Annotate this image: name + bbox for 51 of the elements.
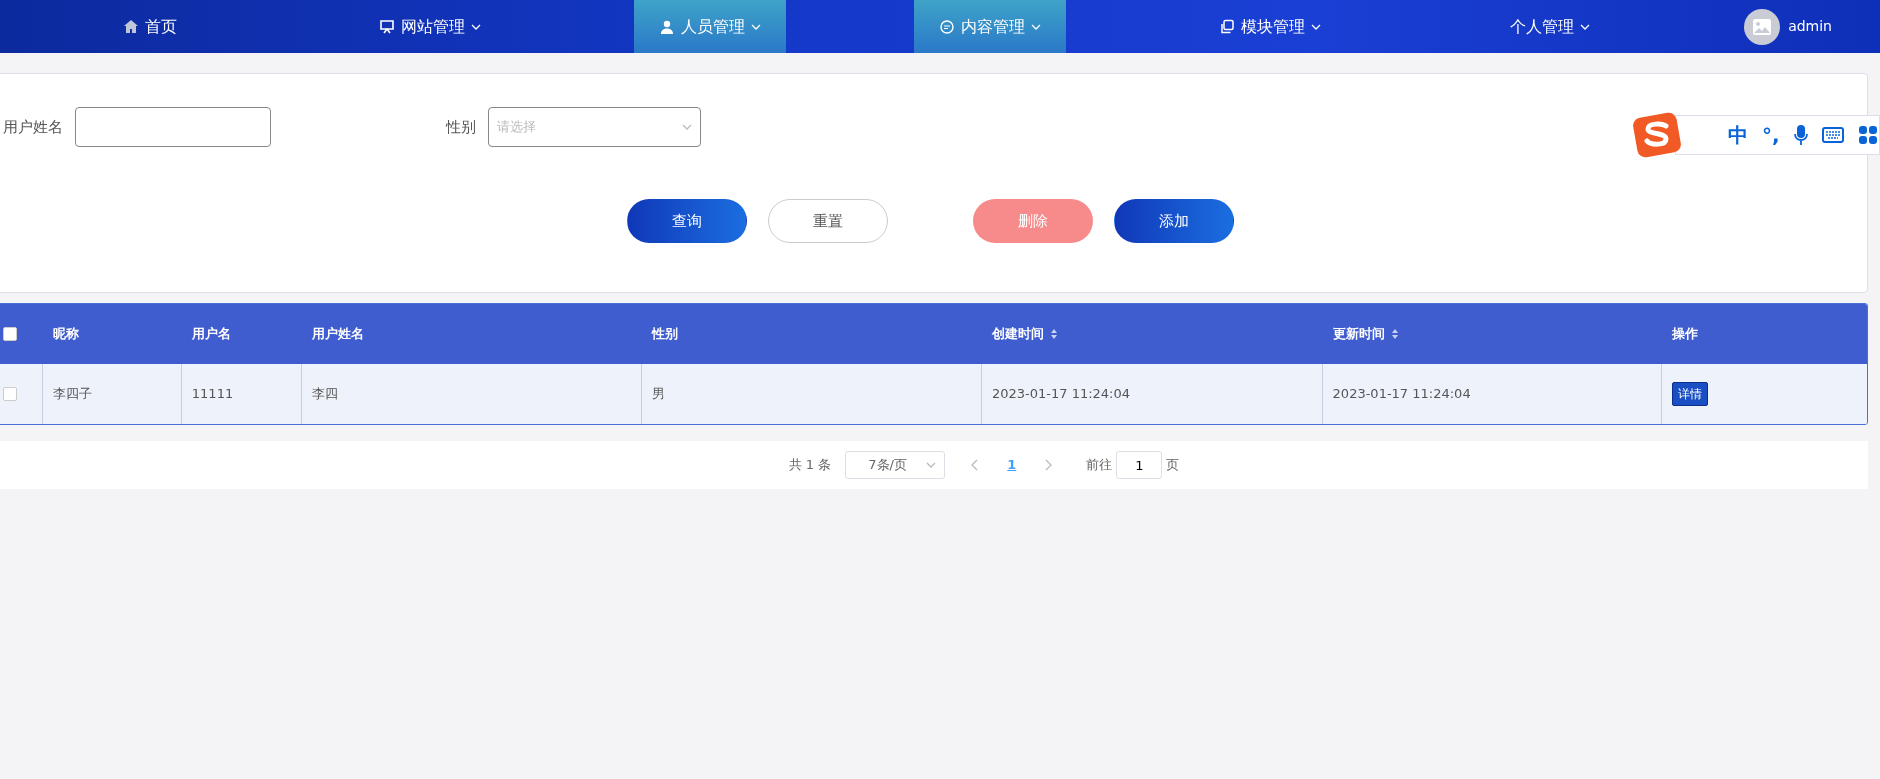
table-cell-text: 男 <box>652 385 666 404</box>
image-icon <box>1752 17 1773 36</box>
action-button[interactable]: 重置 <box>768 199 888 243</box>
keyboard-icon <box>1821 127 1844 143</box>
field-label: 用户姓名 <box>3 116 63 138</box>
nav-menu-item[interactable]: 人员管理 <box>634 0 786 53</box>
monitor-icon <box>379 18 395 35</box>
nav-menu-item[interactable]: 首页 <box>74 0 226 53</box>
table-cell-text: 李四子 <box>52 385 92 404</box>
nav-menu-item[interactable]: 内容管理 <box>914 0 1066 53</box>
user-icon <box>659 18 675 35</box>
copy-icon <box>1219 18 1235 35</box>
page-unit-label: 页 <box>1166 456 1180 475</box>
nav-menu-item[interactable]: 个人管理 <box>1474 0 1626 53</box>
avatar-image[interactable] <box>1744 8 1781 45</box>
column-header[interactable]: 创建时间 <box>991 324 1044 344</box>
nav-menu-item[interactable]: 模块管理 <box>1194 0 1346 53</box>
user-name[interactable]: admin <box>1788 16 1832 37</box>
input-method-logo[interactable] <box>1632 112 1682 158</box>
total-count: 共 1 条 <box>788 456 832 475</box>
goto-label: 前往 <box>1086 456 1113 475</box>
column-header[interactable]: 更新时间 <box>1332 324 1385 344</box>
column-header[interactable]: 用户名 <box>191 324 231 344</box>
nav-menu-item[interactable]: 网站管理 <box>354 0 506 53</box>
toolbar-button[interactable]: °, <box>1762 120 1780 150</box>
table-cell-text: 11111 <box>191 385 234 404</box>
toolbar-button[interactable]: 中 <box>1728 120 1748 150</box>
column-header[interactable]: 用户姓名 <box>311 324 364 344</box>
column-header[interactable]: 性别 <box>652 324 679 344</box>
chevron-down-icon <box>926 460 937 470</box>
table-cell-text: 李四 <box>311 385 338 404</box>
next-page-icon <box>1044 459 1053 471</box>
apps-icon <box>1857 125 1878 145</box>
previous-page-icon <box>971 459 980 471</box>
page-input[interactable]: 1 <box>1116 451 1163 479</box>
action-button[interactable]: 添加 <box>1114 199 1234 243</box>
checkbox[interactable] <box>3 387 17 401</box>
action-button[interactable]: 查询 <box>627 199 747 243</box>
table-cell-text: 2023-01-17 11:24:04 <box>991 385 1131 404</box>
table-cell-text: 2023-01-17 11:24:04 <box>1332 385 1471 404</box>
chat-icon <box>939 18 955 35</box>
field-label: 性别 <box>446 116 476 138</box>
home-icon <box>123 18 139 35</box>
column-header[interactable]: 昵称 <box>52 324 79 344</box>
details-button[interactable]: 详情 <box>1672 382 1709 406</box>
microphone-icon <box>1793 124 1808 146</box>
chevron-down-icon <box>682 122 692 132</box>
name-input[interactable] <box>75 107 271 147</box>
page-size-select[interactable]: 7条/页 <box>845 451 946 479</box>
column-header[interactable]: 操作 <box>1672 324 1699 344</box>
checkbox[interactable] <box>3 327 17 341</box>
